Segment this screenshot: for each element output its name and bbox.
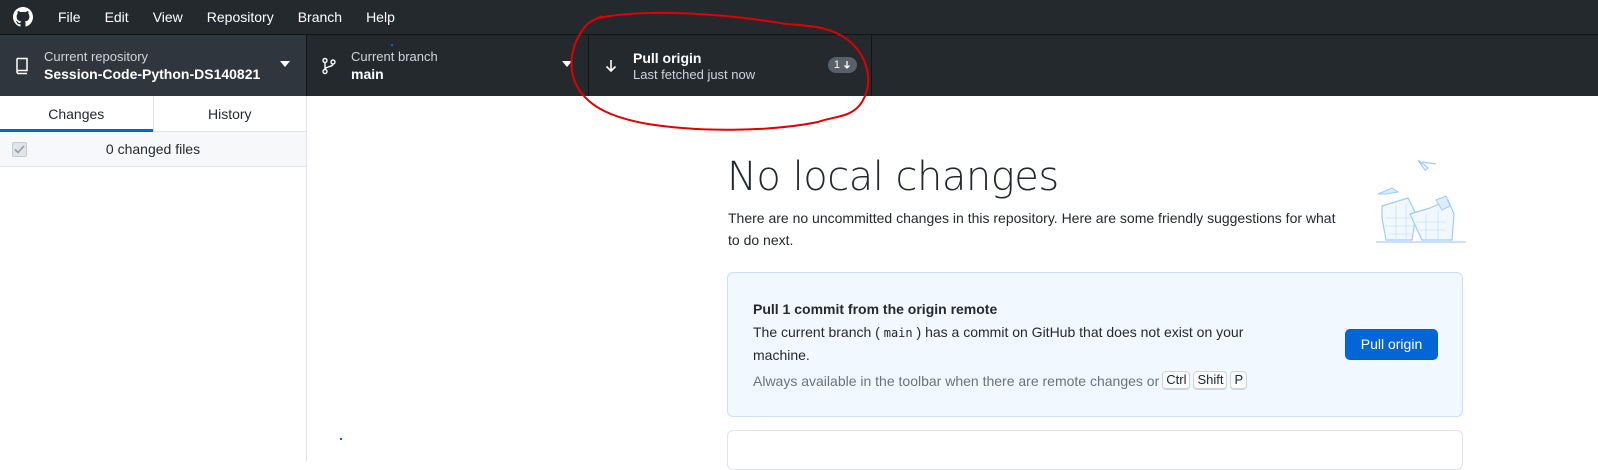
- branch-name: main: [351, 65, 384, 82]
- menu-view[interactable]: View: [141, 0, 195, 34]
- kbd-ctrl: Ctrl: [1162, 371, 1191, 390]
- current-repository-button[interactable]: Current repository Session-Code-Python-D…: [0, 35, 307, 96]
- branch-label: Current branch: [351, 48, 438, 64]
- kbd-shift: Shift: [1193, 371, 1228, 390]
- empty-state-illustration: [1376, 159, 1466, 243]
- pull-origin-title: Pull origin: [633, 49, 702, 66]
- kbd-p: P: [1230, 371, 1248, 390]
- arrow-down-icon: [589, 58, 633, 74]
- hint-text: Always available in the toolbar when the…: [753, 372, 1160, 389]
- repo-name: Session-Code-Python-DS140821: [44, 65, 261, 82]
- badge-arrow-down-icon: [844, 61, 850, 69]
- blue-pixel-artifact: [391, 44, 393, 46]
- toolbar: Current repository Session-Code-Python-D…: [0, 34, 1598, 96]
- menu-file[interactable]: File: [46, 0, 93, 34]
- changes-header: 0 changed files: [0, 132, 306, 167]
- repo-dropdown-caret-icon: [280, 61, 290, 67]
- blue-pixel-artifact: [340, 438, 342, 440]
- tab-history[interactable]: History: [152, 96, 307, 131]
- card-title: Pull 1 commit from the origin remote: [753, 301, 998, 317]
- menu-edit[interactable]: Edit: [93, 0, 141, 34]
- commits-behind-count: 1: [833, 59, 840, 71]
- branch-code: main: [883, 326, 913, 340]
- menu-repository[interactable]: Repository: [195, 0, 286, 34]
- card-description: The current branch ( main ) has a commit…: [753, 321, 1293, 366]
- shortcut-hint: Always available in the toolbar when the…: [753, 371, 1248, 390]
- branch-icon: [307, 57, 351, 75]
- checkmark-icon: [14, 145, 25, 154]
- repo-label: Current repository: [44, 48, 149, 64]
- commits-behind-badge: 1: [827, 57, 857, 73]
- pull-origin-action-button[interactable]: Pull origin: [1345, 329, 1438, 360]
- pull-origin-button[interactable]: Pull origin Last fetched just now 1: [589, 35, 872, 96]
- pull-suggestion-card: Pull 1 commit from the origin remote The…: [727, 272, 1463, 417]
- sidebar: Changes History 0 changed files: [0, 96, 307, 461]
- current-branch-button[interactable]: Current branch main: [307, 35, 589, 96]
- github-logo-icon: [0, 0, 46, 34]
- branch-dropdown-caret-icon: [562, 61, 572, 67]
- main-content: No local changes There are no uncommitte…: [308, 96, 1598, 470]
- card-desc-before: The current branch (: [753, 324, 880, 340]
- menu-help[interactable]: Help: [354, 0, 407, 34]
- next-suggestion-card: [727, 430, 1463, 470]
- select-all-checkbox[interactable]: [12, 142, 27, 157]
- menu-bar: File Edit View Repository Branch Help: [0, 0, 1598, 34]
- page-title: No local changes: [727, 154, 1059, 200]
- sidebar-tabs: Changes History: [0, 96, 306, 132]
- tab-changes[interactable]: Changes: [0, 96, 153, 132]
- repo-icon: [0, 57, 44, 75]
- last-fetched-text: Last fetched just now: [633, 66, 756, 82]
- page-description: There are no uncommitted changes in this…: [728, 210, 1336, 248]
- menu-branch[interactable]: Branch: [286, 0, 354, 34]
- changed-files-count: 0 changed files: [105, 141, 201, 157]
